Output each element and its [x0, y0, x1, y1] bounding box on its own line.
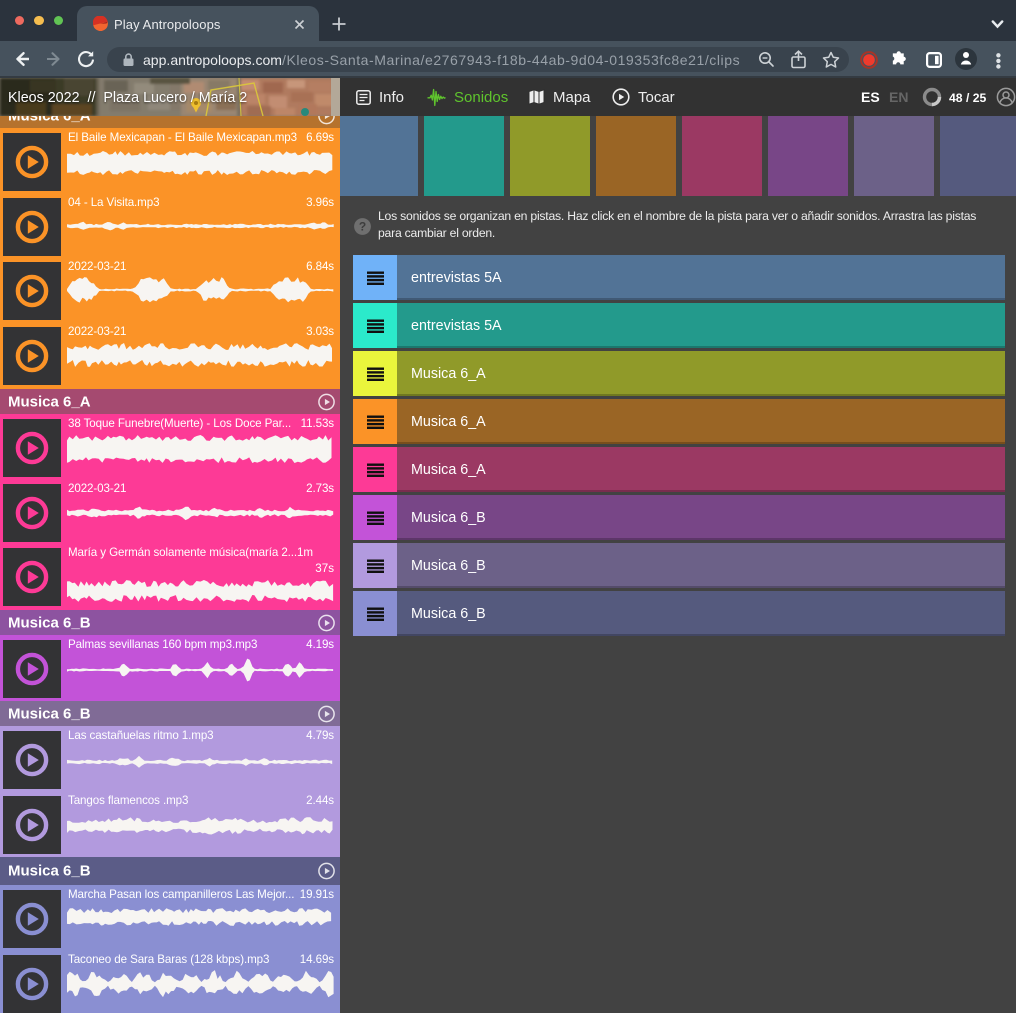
svg-text:?: ?: [359, 220, 366, 234]
